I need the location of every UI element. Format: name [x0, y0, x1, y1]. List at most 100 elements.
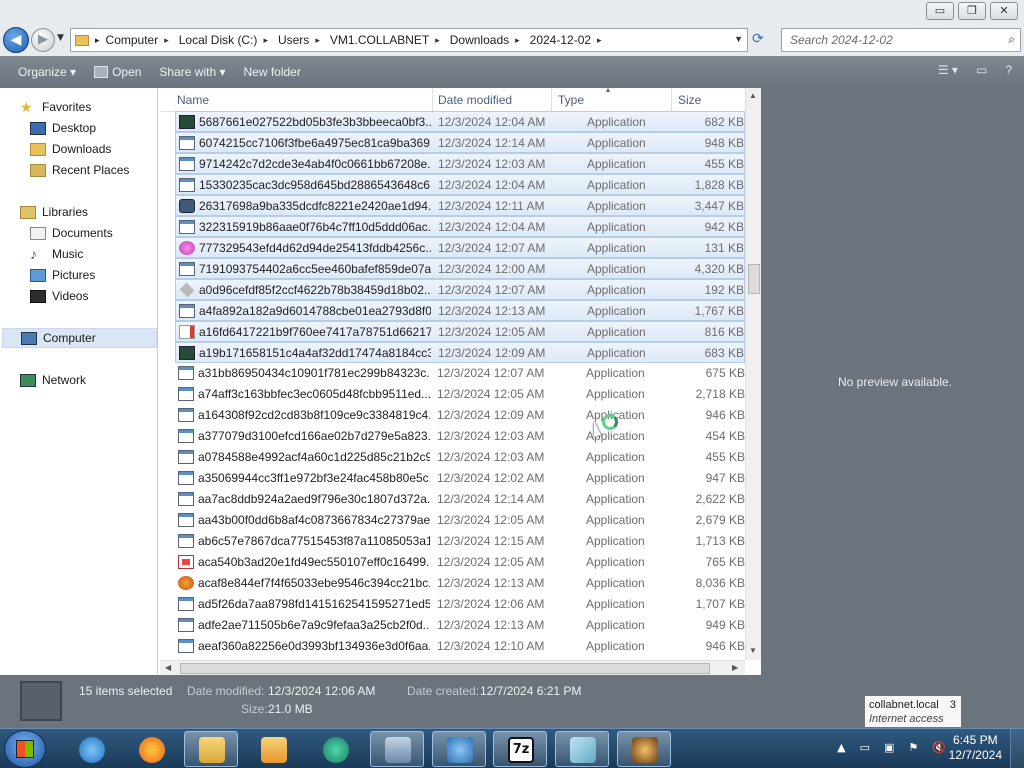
taskbar-game[interactable]: [617, 731, 671, 767]
nav-computer[interactable]: Computer: [2, 328, 157, 348]
file-row[interactable]: 5687661e027522bd05b3fe3b3bbeeca0bf3... 12…: [175, 111, 745, 132]
breadcrumb-local-disk[interactable]: Local Disk (C:) ▸: [179, 33, 274, 47]
vertical-scroll-thumb[interactable]: [748, 264, 760, 294]
file-row[interactable]: 15330235cac3dc958d645bd2886543648c6... 12…: [175, 174, 745, 195]
horizontal-scrollbar[interactable]: ◀ ▶: [160, 660, 745, 675]
recent-pages-dropdown[interactable]: ▼: [57, 33, 64, 43]
open-button[interactable]: Open: [94, 65, 141, 79]
file-row[interactable]: 6074215cc7106f3fbe6a4975ec81ca9ba369... 1…: [175, 132, 745, 153]
tray-device-icon[interactable]: ▭: [860, 741, 870, 754]
column-date-modified[interactable]: Date modified: [438, 93, 512, 107]
column-size[interactable]: Size: [678, 93, 701, 107]
change-view-icon[interactable]: ☰ ▾: [938, 63, 958, 77]
column-name[interactable]: Name: [177, 93, 209, 107]
minimize-button[interactable]: ▭: [926, 2, 954, 20]
file-row[interactable]: aca540b3ad20e1fd49ec550107eff0c16499... 1…: [175, 552, 745, 573]
preview-pane-icon[interactable]: ▭: [976, 63, 987, 77]
nav-libraries[interactable]: Libraries: [20, 202, 88, 222]
file-row[interactable]: a0d96cefdf85f2ccf4622b78b38459d18b02... 1…: [175, 279, 745, 300]
file-row[interactable]: 9714242c7d2cde3e4ab4f0c0661bb67208e... 12…: [175, 153, 745, 174]
maximize-button[interactable]: ❐: [958, 2, 986, 20]
chevron-right-icon[interactable]: ▸: [435, 35, 440, 46]
file-row[interactable]: a74aff3c163bbfec3ec0605d48fcbb9511ed... 1…: [175, 384, 745, 405]
file-row[interactable]: a16fd6417221b9f760ee7417a78751d66217... 1…: [175, 321, 745, 342]
chevron-right-icon[interactable]: ▸: [515, 35, 520, 46]
file-row[interactable]: aa43b00f0dd6b8af4c0873667834c27379ae... 1…: [175, 510, 745, 531]
file-row[interactable]: a35069944cc3ff1e972bf3e24fac458b80e5c...…: [175, 468, 745, 489]
file-row[interactable]: 322315919b86aae0f76b4c7ff10d5ddd06ac... 1…: [175, 216, 745, 237]
tray-overflow-icon[interactable]: ▲: [837, 741, 845, 754]
nav-documents[interactable]: Documents: [30, 223, 113, 243]
taskbar-internet-explorer[interactable]: [64, 731, 118, 767]
address-history-dropdown[interactable]: ▼: [734, 34, 743, 44]
clock[interactable]: 6:45 PM 12/7/2024: [949, 733, 1002, 763]
search-icon[interactable]: ⌕: [1008, 32, 1015, 47]
breadcrumb-current-folder[interactable]: 2024-12-02 ▸: [530, 33, 608, 47]
chevron-right-icon[interactable]: ▸: [164, 35, 169, 46]
nav-videos[interactable]: Videos: [30, 286, 88, 306]
breadcrumb-downloads[interactable]: Downloads ▸: [450, 33, 526, 47]
horizontal-scroll-thumb[interactable]: [180, 663, 710, 674]
taskbar-notepad[interactable]: [555, 731, 609, 767]
nav-favorites[interactable]: ★ Favorites: [20, 97, 91, 117]
taskbar-firefox[interactable]: [124, 731, 178, 767]
taskbar-file-explorer[interactable]: [184, 731, 238, 767]
tray-flag-icon[interactable]: ⚑: [908, 741, 918, 754]
file-row[interactable]: adfe2ae711505b6e7a9c9fefaa3a25cb2f0d... 1…: [175, 615, 745, 636]
tray-network-icon[interactable]: ▣: [884, 741, 894, 754]
forward-button[interactable]: ▶: [31, 28, 55, 52]
file-row[interactable]: a4fa892a182a9d6014788cbe01ea2793d8f0... 1…: [175, 300, 745, 321]
column-divider[interactable]: [432, 88, 433, 112]
nav-music[interactable]: ♪ Music: [30, 244, 83, 264]
file-row[interactable]: a0784588e4992acf4a60c1d225d85c21b2c9... 1…: [175, 447, 745, 468]
help-icon[interactable]: ?: [1005, 63, 1012, 77]
taskbar-search-tool[interactable]: [432, 731, 486, 767]
nav-network[interactable]: Network: [20, 370, 86, 390]
show-desktop-button[interactable]: [1010, 729, 1024, 768]
taskbar-network-tool[interactable]: [370, 731, 424, 767]
scroll-up-icon[interactable]: ▲: [749, 91, 757, 100]
search-input[interactable]: Search 2024-12-02 ⌕: [781, 28, 1021, 52]
address-bar[interactable]: ▸ Computer ▸ Local Disk (C:) ▸ Users ▸ VM1.…: [70, 28, 748, 52]
back-button[interactable]: ◀: [3, 27, 29, 53]
breadcrumb-computer[interactable]: Computer ▸: [106, 33, 175, 47]
organize-button[interactable]: Organize ▾: [18, 65, 76, 79]
file-row[interactable]: acaf8e844ef7f4f65033ebe9546c394cc21bc...…: [175, 573, 745, 594]
start-button[interactable]: [4, 730, 46, 768]
scroll-left-icon[interactable]: ◀: [165, 663, 171, 672]
file-row[interactable]: a377079d3100efcd166ae02b7d279e5a823... 12…: [175, 426, 745, 447]
column-divider[interactable]: [551, 88, 552, 112]
file-row[interactable]: 777329543efd4d62d94de25413fddb4256c... 12…: [175, 237, 745, 258]
chevron-right-icon[interactable]: ▸: [315, 35, 320, 46]
file-row[interactable]: a19b171658151c4a4af32dd17474a8184cc3... 1…: [175, 342, 745, 363]
file-row[interactable]: aa7ac8ddb924a2aed9f796e30c1807d372a... 12…: [175, 489, 745, 510]
refresh-icon[interactable]: ⟳: [752, 31, 764, 47]
file-row[interactable]: 7191093754402a6cc5ee460bafef859de07a... 1…: [175, 258, 745, 279]
taskbar-media-player[interactable]: [246, 731, 300, 767]
column-type[interactable]: Type: [558, 93, 584, 107]
chevron-right-icon[interactable]: ▸: [263, 35, 268, 46]
file-row[interactable]: a31bb86950434c10901f781ec299b84323c... 12…: [175, 363, 745, 384]
close-button[interactable]: ✕: [990, 2, 1018, 20]
tray-volume-muted-icon[interactable]: 🔇: [932, 741, 946, 754]
vertical-scrollbar[interactable]: ▲ ▼: [745, 88, 761, 660]
nav-recent-places[interactable]: Recent Places: [30, 160, 129, 180]
breadcrumb-users[interactable]: Users ▸: [278, 33, 326, 47]
new-folder-button[interactable]: New folder: [243, 65, 300, 79]
scroll-down-icon[interactable]: ▼: [749, 646, 757, 655]
file-row[interactable]: ad5f26da7aa8798fd1415162541595271ed5... 1…: [175, 594, 745, 615]
chevron-right-icon[interactable]: ▸: [597, 35, 602, 46]
taskbar-7zip[interactable]: 7z: [493, 731, 547, 767]
file-row[interactable]: a164308f92cd2cd83b8f109ce9c3384819c4... 1…: [175, 405, 745, 426]
column-divider[interactable]: [671, 88, 672, 112]
file-row[interactable]: aeaf360a82256e0d3993bf134936e3d0f6aa... 1…: [175, 636, 745, 657]
nav-desktop[interactable]: Desktop: [30, 118, 96, 138]
share-with-button[interactable]: Share with ▾: [159, 65, 225, 79]
scroll-right-icon[interactable]: ▶: [732, 663, 738, 672]
nav-downloads[interactable]: Downloads: [30, 139, 111, 159]
breadcrumb-user-folder[interactable]: VM1.COLLABNET ▸: [330, 33, 446, 47]
taskbar-chat-app[interactable]: [308, 731, 362, 767]
file-row[interactable]: ab6c57e7867dca77515453f87a11085053a1... 1…: [175, 531, 745, 552]
file-row[interactable]: 26317698a9ba335dcdfc8221e2420ae1d94... 12…: [175, 195, 745, 216]
nav-pictures[interactable]: Pictures: [30, 265, 95, 285]
